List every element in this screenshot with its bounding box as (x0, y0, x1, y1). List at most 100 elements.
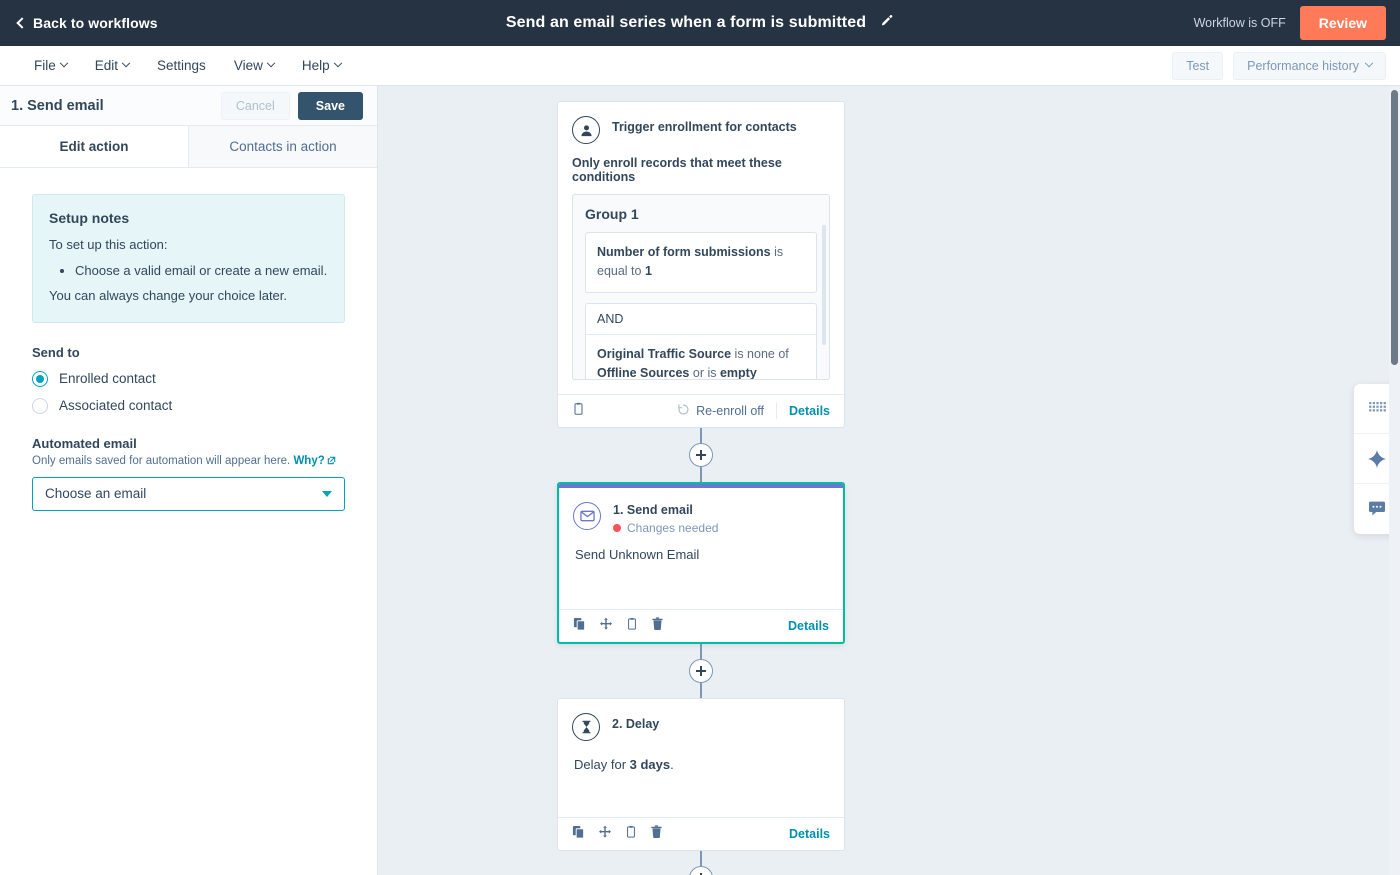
delay-head: 2. Delay (572, 713, 830, 741)
external-link-icon (327, 456, 336, 468)
workflow-canvas[interactable]: Trigger enrollment for contacts Only enr… (379, 86, 1400, 875)
automated-email-select[interactable]: Choose an email (32, 476, 345, 511)
top-navigation-bar: Back to workflows Send an email series w… (0, 0, 1400, 46)
menu-item-view-label: View (233, 58, 263, 73)
step-details-link[interactable]: Details (788, 619, 829, 633)
reenroll-label: Re-enroll off (696, 404, 764, 418)
condition-conjunction: or is (689, 366, 720, 380)
and-condition-block: AND Original Traffic Source is none of O… (585, 302, 817, 380)
step-card-footer: Details (558, 817, 844, 850)
trigger-card[interactable]: Trigger enrollment for contacts Only enr… (557, 101, 845, 428)
radio-associated-contact[interactable]: Associated contact (32, 397, 345, 414)
step-footer-icons (573, 616, 788, 636)
performance-history-button[interactable]: Performance history (1233, 51, 1386, 80)
step-details-link[interactable]: Details (789, 827, 830, 841)
trash-icon[interactable] (651, 616, 664, 636)
add-step-button[interactable] (689, 659, 713, 683)
connector-2 (557, 644, 845, 698)
step-card-body: Delay for 3 days. (558, 741, 844, 803)
top-bar-actions: Workflow is OFF Review (1194, 0, 1386, 46)
automated-email-help: Only emails saved for automation will ap… (32, 455, 345, 468)
clipboard-icon[interactable] (626, 617, 638, 636)
step-status-row: Changes needed (613, 521, 718, 535)
status-dot-icon (613, 524, 621, 532)
status-badge: Workflow is OFF (1193, 16, 1286, 30)
automated-email-label: Automated email (32, 435, 137, 451)
step-card-delay[interactable]: 2. Delay Delay for 3 days. Details (557, 698, 845, 851)
review-button[interactable]: Review (1299, 6, 1386, 40)
refresh-icon (677, 403, 690, 419)
trigger-head: Trigger enrollment for contacts (572, 116, 830, 144)
move-icon[interactable] (599, 617, 613, 636)
test-button[interactable]: Test (1172, 51, 1224, 80)
panel-body: Setup notes To set up this action: Choos… (0, 168, 377, 511)
page-scrollbar-thumb[interactable] (1391, 90, 1398, 365)
setup-notes-title: Setup notes (49, 210, 130, 226)
duplicate-icon[interactable] (572, 825, 585, 844)
condition-group-title: Group 1 (585, 206, 639, 222)
menu-items-group: File Edit Settings View Help (22, 52, 353, 79)
clipboard-icon[interactable] (572, 402, 585, 421)
pencil-icon[interactable] (880, 14, 894, 33)
condition-property: Number of form submissions (597, 245, 771, 259)
duplicate-icon[interactable] (573, 617, 586, 636)
conditions-scrollbar[interactable] (822, 225, 826, 345)
and-operator-label: AND (586, 304, 816, 335)
menu-item-file-label: File (34, 58, 56, 73)
hourglass-delay-icon (572, 713, 600, 741)
menu-item-file[interactable]: File (22, 52, 79, 79)
step-card-send-email[interactable]: 1. Send email Changes needed Send Unknow… (557, 482, 845, 644)
chevron-down-icon (59, 58, 69, 67)
menu-item-help[interactable]: Help (290, 52, 353, 79)
save-button[interactable]: Save (297, 91, 363, 120)
add-step-button[interactable] (689, 443, 713, 467)
tab-edit-action[interactable]: Edit action (0, 126, 188, 167)
condition-property: Original Traffic Source (597, 346, 732, 361)
menu-item-view[interactable]: View (222, 52, 286, 79)
why-link[interactable]: Why? (293, 455, 324, 467)
trigger-card-title: Trigger enrollment for contacts (612, 120, 797, 134)
workflow-title-group: Send an email series when a form is subm… (0, 0, 1400, 46)
menu-item-edit-label: Edit (94, 58, 119, 73)
back-to-workflows-link[interactable]: Back to workflows (16, 15, 158, 31)
performance-history-label: Performance history (1247, 58, 1359, 73)
delay-header: 2. Delay (558, 699, 844, 741)
radio-associated-contact-label: Associated contact (59, 398, 173, 413)
delay-body-prefix: Delay for (574, 757, 630, 772)
condition-row[interactable]: Number of form submissions is equal to 1 (585, 232, 817, 293)
cancel-button[interactable]: Cancel (220, 91, 290, 120)
radio-enrolled-contact[interactable]: Enrolled contact (32, 370, 345, 387)
trash-icon[interactable] (650, 824, 663, 844)
send-to-label: Send to (32, 344, 80, 360)
radio-button-icon[interactable] (32, 397, 48, 414)
clipboard-icon[interactable] (625, 825, 637, 844)
menu-bar-actions: Test Performance history (1172, 51, 1386, 80)
tab-contacts-in-action-label: Contacts in action (229, 139, 337, 154)
menu-item-edit[interactable]: Edit (83, 52, 141, 79)
radio-enrolled-contact-label: Enrolled contact (59, 371, 156, 386)
send-email-head: 1. Send email Changes needed (573, 502, 829, 535)
step-footer-icons (572, 824, 789, 844)
automated-email-help-text: Only emails saved for automation will ap… (32, 454, 291, 467)
condition-row[interactable]: Original Traffic Source is none of Offli… (586, 335, 816, 380)
back-to-workflows-label: Back to workflows (33, 15, 158, 31)
menu-bar: File Edit Settings View Help Test Perfor… (0, 46, 1400, 86)
chevron-down-icon (322, 490, 332, 497)
reenroll-status: Re-enroll off (677, 403, 777, 419)
step-card-title: 1. Send email (613, 503, 693, 517)
automated-email-select-value: Choose an email (45, 486, 147, 501)
add-step-button[interactable] (689, 866, 713, 875)
radio-button-icon[interactable] (32, 370, 48, 387)
tab-contacts-in-action[interactable]: Contacts in action (188, 126, 377, 167)
trigger-details-link[interactable]: Details (789, 404, 830, 418)
panel-title: 1. Send email (11, 97, 104, 114)
setup-notes-intro: To set up this action: (49, 237, 168, 252)
chevron-down-icon (266, 58, 276, 67)
menu-item-help-label: Help (301, 58, 330, 73)
setup-notes-callout: Setup notes To set up this action: Choos… (32, 194, 345, 323)
menu-item-settings[interactable]: Settings (145, 52, 218, 79)
chevron-left-icon (16, 17, 28, 29)
step-card-footer: Details (559, 609, 843, 642)
move-icon[interactable] (598, 825, 612, 844)
send-email-title-block: 1. Send email Changes needed (613, 502, 718, 535)
